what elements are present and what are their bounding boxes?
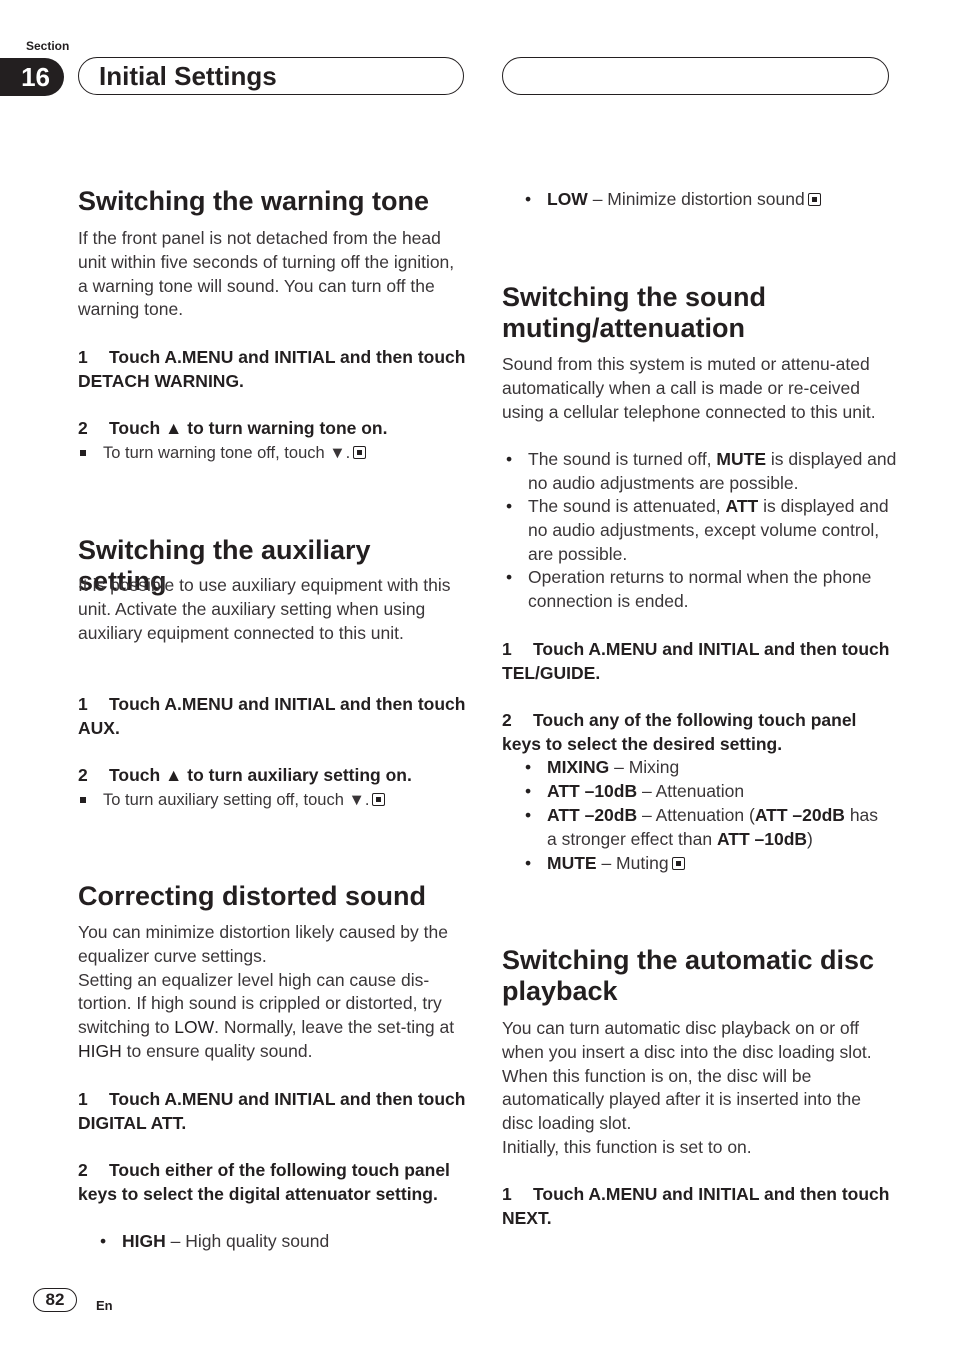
step-number: 2 — [78, 418, 88, 438]
warning-tone-intro: If the front panel is not detached from … — [78, 228, 455, 320]
auxiliary-intro: It is possible to use auxiliary equipmen… — [78, 575, 451, 643]
bullet-icon: • — [525, 757, 532, 777]
option-key: ATT –10dB — [547, 781, 638, 801]
option-att-20db: • ATT –20dB – Attenuation (ATT –20dB has … — [525, 804, 892, 852]
option-low: • LOW – Minimize distortion sound — [525, 188, 917, 212]
option-desc: – Mixing — [609, 757, 680, 777]
option-key: ATT –20dB — [754, 805, 845, 825]
section-number-badge: 16 — [0, 58, 64, 96]
option-desc: – Attenuation — [637, 781, 745, 801]
step-number: 2 — [78, 1160, 88, 1180]
note-square-icon — [80, 797, 86, 803]
step-number: 1 — [78, 347, 88, 367]
intro-text: . Normally, leave the set-ting at — [214, 1017, 455, 1038]
option-key: HIGH — [122, 1231, 166, 1251]
muting-bullet: • The sound is turned off, MUTE is displa… — [506, 448, 898, 496]
bullet-text: The sound is turned off, — [528, 449, 717, 469]
option-key: MUTE — [547, 853, 597, 873]
option-desc: – Attenuation ( — [637, 805, 755, 825]
warning-tone-step-1: 1 Touch A.MENU and INITIAL and then touch… — [78, 346, 468, 394]
intro-text: You can turn automatic disc playback on … — [502, 1018, 872, 1134]
distorted-intro: You can minimize distortion likely cause… — [78, 921, 468, 1064]
muting-step-2: 2 Touch any of the following touch panel … — [502, 709, 892, 757]
option-desc: – High quality sound — [165, 1231, 330, 1251]
option-high: • HIGH – High quality sound — [100, 1230, 492, 1254]
bullet-icon: • — [525, 853, 532, 873]
distorted-step-1: 1 Touch A.MENU and INITIAL and then touch… — [78, 1088, 468, 1136]
option-mixing: • MIXING – Mixing — [525, 756, 917, 780]
distorted-step-2: 2 Touch either of the following touch pan… — [78, 1159, 468, 1207]
step-text: Touch A.MENU and INITIAL and then touch … — [78, 347, 466, 391]
section-label: Section — [26, 39, 70, 53]
auxiliary-note: To turn auxiliary setting off, touch ▼. — [78, 789, 473, 812]
muting-intro: Sound from this system is muted or atten… — [502, 354, 876, 422]
step-text: Touch ▲ to turn auxiliary setting on. — [109, 765, 412, 785]
step-text: Touch ▲ to turn warning tone on. — [109, 418, 388, 438]
intro-text: Initially, this function is set to on. — [502, 1136, 752, 1157]
option-mute: • MUTE – Muting — [525, 852, 917, 876]
step-number: 1 — [502, 1184, 512, 1204]
warning-tone-note: To turn warning tone off, touch ▼. — [78, 442, 473, 465]
keyword-low: LOW — [174, 1017, 215, 1038]
auto-disc-intro: You can turn automatic disc playback on … — [502, 1017, 892, 1160]
heading-distorted-sound: Correcting distorted sound — [78, 881, 427, 911]
muting-bullet: • Operation returns to normal when the ph… — [506, 566, 898, 614]
note-square-icon — [80, 450, 86, 456]
step-text: Touch either of the following touch pane… — [78, 1160, 450, 1204]
step-number: 2 — [502, 710, 512, 730]
page-number: 82 — [33, 1288, 77, 1312]
step-text: Touch any of the following touch panel k… — [502, 710, 857, 754]
intro-text: to ensure quality sound. — [121, 1040, 313, 1061]
bullet-icon: • — [506, 496, 513, 516]
bullet-icon: • — [506, 567, 513, 587]
option-desc: ) — [807, 828, 813, 849]
end-mark-icon — [807, 193, 821, 206]
auto-disc-step-1: 1 Touch A.MENU and INITIAL and then touch… — [502, 1183, 892, 1231]
bullet-icon: • — [525, 781, 532, 801]
section-title-box: Initial Settings — [78, 57, 464, 95]
step-text: Touch A.MENU and INITIAL and then touch … — [502, 639, 890, 683]
option-att-10db: • ATT –10dB – Attenuation — [525, 780, 917, 804]
option-key: ATT –20dB — [547, 805, 638, 825]
bullet-text: Operation returns to normal when the pho… — [528, 567, 872, 611]
section-title: Initial Settings — [99, 61, 277, 91]
option-key: MIXING — [547, 757, 610, 777]
auxiliary-step-1: 1 Touch A.MENU and INITIAL and then touch… — [78, 693, 468, 741]
keyword-high: HIGH — [78, 1040, 122, 1061]
muting-step-1: 1 Touch A.MENU and INITIAL and then touch… — [502, 638, 892, 686]
option-desc: – Minimize distortion sound — [587, 189, 805, 209]
keyword: MUTE — [716, 449, 766, 469]
bullet-icon: • — [506, 449, 513, 469]
step-number: 1 — [78, 694, 88, 714]
note-text: To turn warning tone off, touch ▼. — [103, 444, 351, 462]
step-number: 1 — [78, 1089, 88, 1109]
step-text: Touch A.MENU and INITIAL and then touch … — [502, 1184, 890, 1228]
intro-text: You can minimize distortion likely cause… — [78, 922, 448, 966]
heading-warning-tone: Switching the warning tone — [78, 186, 429, 216]
language-label: En — [96, 1298, 113, 1313]
bullet-icon: • — [525, 805, 532, 825]
keyword: ATT — [725, 496, 759, 516]
step-text: Touch A.MENU and INITIAL and then touch … — [78, 694, 466, 738]
empty-header-box — [502, 57, 889, 95]
bullet-text: The sound is attenuated, — [528, 496, 726, 516]
muting-bullet: • The sound is attenuated, ATT is display… — [506, 495, 898, 566]
end-mark-icon — [372, 793, 386, 806]
step-text: Touch A.MENU and INITIAL and then touch … — [78, 1089, 466, 1133]
step-number: 1 — [502, 639, 512, 659]
auxiliary-step-2: 2 Touch ▲ to turn auxiliary setting on. — [78, 764, 468, 788]
bullet-icon: • — [525, 189, 532, 209]
end-mark-icon — [353, 446, 367, 459]
end-mark-icon — [671, 857, 685, 870]
warning-tone-step-2: 2 Touch ▲ to turn warning tone on. — [78, 417, 468, 441]
option-desc: – Muting — [596, 853, 669, 873]
option-key: ATT –10dB — [716, 828, 808, 849]
heading-muting: Switching the sound muting/attenuation — [502, 282, 766, 343]
option-key: LOW — [547, 189, 588, 209]
step-number: 2 — [78, 765, 88, 785]
heading-auto-disc: Switching the automatic disc playback — [502, 945, 875, 1006]
bullet-icon: • — [100, 1231, 107, 1251]
note-text: To turn auxiliary setting off, touch ▼. — [103, 791, 370, 809]
